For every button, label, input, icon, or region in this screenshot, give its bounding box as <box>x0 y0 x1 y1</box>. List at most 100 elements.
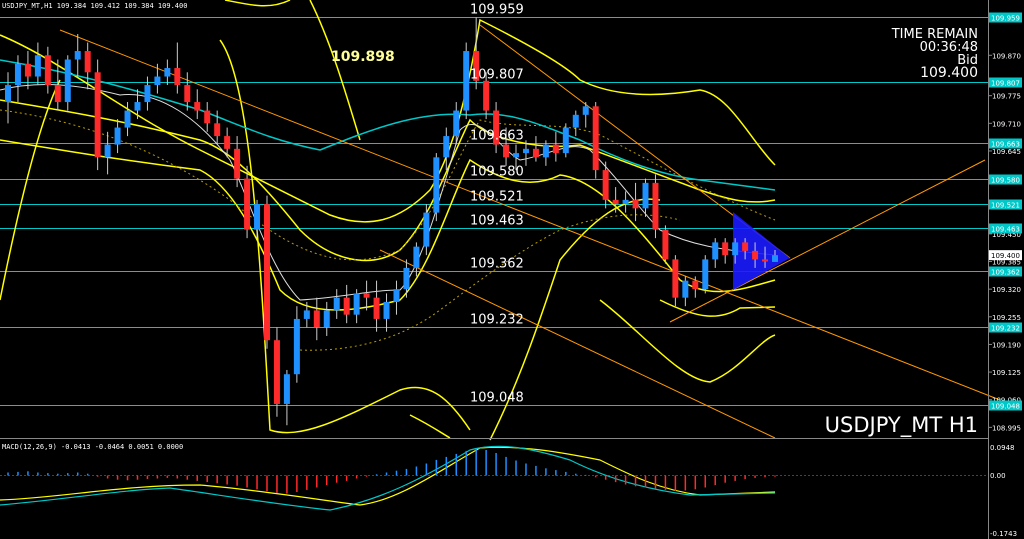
candle-body <box>483 80 490 111</box>
candle-body <box>612 199 619 205</box>
macd-tick-zero: 0.00 <box>990 472 1006 480</box>
candle-body <box>562 127 569 154</box>
axis-tick-label: 109.255 <box>992 314 1021 322</box>
candle-body <box>134 102 141 111</box>
candle-body <box>383 301 390 319</box>
candle-body <box>353 293 360 315</box>
candle-body <box>522 148 529 154</box>
level-label: 109.521 <box>470 190 524 205</box>
candle-body <box>463 51 470 111</box>
current-price-badge-text: 109.400 <box>991 252 1020 260</box>
candle-body <box>652 182 659 230</box>
candle-body <box>164 68 171 77</box>
candle-body <box>722 242 729 256</box>
level-label: 109.663 <box>470 129 524 144</box>
candle-body <box>542 144 549 158</box>
candle-body <box>363 293 370 298</box>
candle-body <box>532 148 539 158</box>
level-badge-text: 109.521 <box>991 202 1020 210</box>
candle-body <box>94 72 101 158</box>
candle-body <box>34 55 41 77</box>
candle-body <box>433 157 440 213</box>
candle-body <box>622 199 629 205</box>
candle-body <box>5 85 11 103</box>
candle-body <box>204 110 211 124</box>
level-label: 109.048 <box>470 391 524 406</box>
level-label: 109.807 <box>470 68 524 83</box>
candle-body <box>712 242 719 260</box>
candle-body <box>453 110 460 137</box>
axis-tick-label: 108.995 <box>992 424 1021 432</box>
macd-tick-bottom: -0.1743 <box>990 530 1017 538</box>
candle-body <box>224 136 231 149</box>
candle-body <box>273 340 280 404</box>
candle-body <box>423 212 430 247</box>
candle-body <box>513 153 520 158</box>
level-badge-text: 109.580 <box>991 177 1020 185</box>
level-label: 109.463 <box>470 214 524 229</box>
candle-body <box>244 178 251 230</box>
level-badge-text: 109.663 <box>991 141 1020 149</box>
candle-body <box>503 144 510 158</box>
level-label: 109.362 <box>470 257 524 272</box>
candle-body <box>732 242 739 256</box>
candle-body <box>154 76 161 86</box>
candle-body <box>672 259 679 298</box>
candle-body <box>234 148 241 179</box>
candle-body <box>413 246 420 268</box>
candle-body <box>283 374 290 404</box>
candle-body <box>114 127 121 145</box>
candle-body <box>393 289 400 302</box>
axis-tick-label: 109.775 <box>992 93 1021 101</box>
level-badge-text: 109.959 <box>991 15 1020 23</box>
candle-body <box>54 85 61 103</box>
candle-body <box>214 123 221 137</box>
candle-body <box>104 144 111 158</box>
candle-body <box>44 55 51 86</box>
macd-tick-top: 0.0948 <box>990 444 1015 452</box>
symbol-watermark: USDJPY_MT H1 <box>825 413 978 438</box>
candle-body <box>184 85 191 103</box>
level-badge-text: 109.807 <box>991 80 1020 88</box>
candle-body <box>373 297 380 319</box>
axis-tick-label: 109.645 <box>992 148 1021 156</box>
candle-body <box>552 144 559 154</box>
candle-body <box>263 204 270 341</box>
price-chart[interactable]: 109.959 109.807 109.663 109.580 109.521 109.4… <box>0 0 1024 539</box>
candle-body <box>752 250 759 260</box>
level-label: 109.580 <box>470 165 524 180</box>
candle-body <box>84 51 91 73</box>
highlight-price-label: 109.898 <box>331 49 395 65</box>
level-label: 109.959 <box>470 3 524 18</box>
candle-body <box>632 199 639 209</box>
candle-body <box>762 259 769 262</box>
candle-body <box>124 110 131 128</box>
candle-body <box>742 242 749 251</box>
candle-body <box>692 280 699 290</box>
candle-body <box>682 280 689 298</box>
candle-body <box>443 136 450 158</box>
candle-body <box>403 267 410 290</box>
candle-body <box>14 63 21 86</box>
candle-body <box>582 106 589 115</box>
candle-body <box>303 310 310 319</box>
candle-body <box>74 51 81 60</box>
axis-tick-label: 109.190 <box>992 341 1021 349</box>
candle-body <box>592 106 599 171</box>
candle-body <box>333 297 340 311</box>
candle-body <box>323 310 330 328</box>
candle-body <box>642 182 649 209</box>
candle-body <box>144 85 151 103</box>
candle-body <box>313 310 320 328</box>
level-label: 109.232 <box>470 313 524 328</box>
candle-body <box>343 297 350 315</box>
axis-tick-label: 109.125 <box>992 369 1021 377</box>
bid-value: 109.400 <box>920 65 978 81</box>
axis-tick-label: 109.710 <box>992 120 1021 128</box>
candle-body <box>602 170 609 200</box>
axis-tick-label: 109.320 <box>992 286 1021 294</box>
candle-body <box>64 59 71 103</box>
symbol-header: USDJPY_MT,H1 109.384 109.412 109.384 109… <box>2 2 187 10</box>
candle-body <box>24 63 31 77</box>
level-badge-text: 109.463 <box>991 226 1020 234</box>
